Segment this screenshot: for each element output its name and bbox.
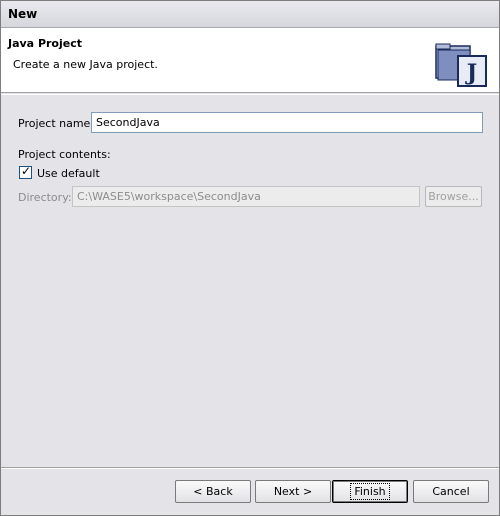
window-title: New — [8, 7, 38, 21]
finish-button-label: Finish — [350, 483, 390, 500]
browse-button[interactable]: Browse... — [425, 186, 482, 207]
wizard-description: Create a new Java project. — [13, 58, 158, 71]
java-project-icon: J — [435, 43, 487, 87]
banner-separator — [1, 94, 499, 95]
project-name-input[interactable]: SecondJava — [91, 112, 483, 133]
footer-separator-highlight — [1, 468, 499, 469]
project-contents-label: Project contents: — [18, 148, 111, 161]
wizard-banner: Java Project Create a new Java project. … — [1, 28, 499, 93]
java-icon-letter: J — [465, 60, 477, 86]
title-bar[interactable]: New — [1, 1, 499, 28]
use-default-label: Use default — [37, 167, 100, 180]
wizard-heading: Java Project — [8, 37, 82, 50]
next-button[interactable]: Next > — [255, 480, 331, 503]
back-button[interactable]: < Back — [175, 480, 251, 503]
directory-input[interactable]: C:\WASE5\workspace\SecondJava — [72, 186, 420, 207]
directory-label: Directory: — [18, 191, 72, 204]
project-name-label: Project name: — [18, 117, 95, 130]
use-default-checkbox[interactable]: ✓ — [19, 164, 32, 179]
cancel-button[interactable]: Cancel — [413, 480, 489, 503]
new-project-dialog: New Java Project Create a new Java proje… — [0, 0, 500, 516]
check-mark-icon: ✓ — [21, 164, 32, 178]
finish-button[interactable]: Finish — [332, 480, 408, 503]
